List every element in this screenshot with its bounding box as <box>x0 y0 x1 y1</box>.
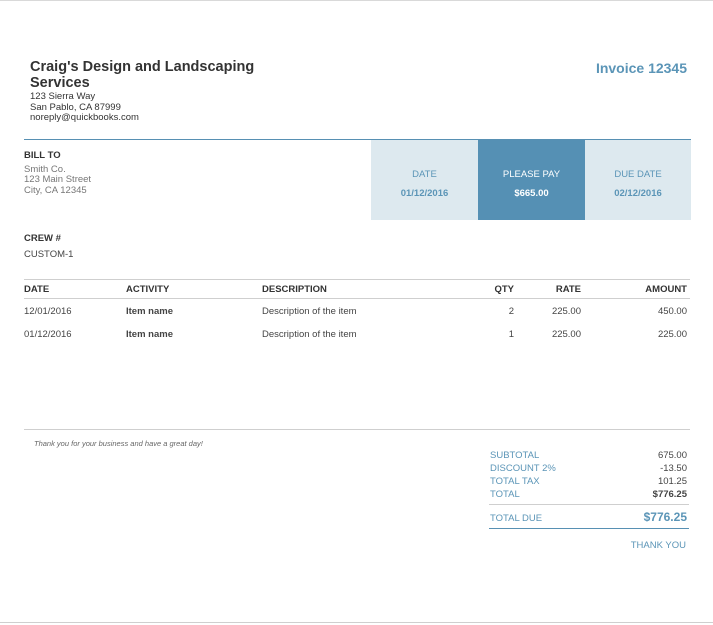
row-1-activity: Item name <box>126 306 173 317</box>
row-2-description: Description of the item <box>262 329 357 340</box>
row-2-rate: 225.00 <box>551 329 581 340</box>
invoice-title: Invoice 12345 <box>595 60 687 76</box>
footer-divider <box>24 429 690 430</box>
footer-note: Thank you for your business and have a g… <box>34 439 203 448</box>
crew-value: CUSTOM-1 <box>24 249 74 260</box>
total-tax-value: 101.25 <box>657 476 687 487</box>
column-header-activity: ACTIVITY <box>126 284 170 295</box>
row-1-date: 12/01/2016 <box>24 306 72 317</box>
total-tax-label: TOTAL TAX <box>490 476 540 487</box>
column-header-rate: RATE <box>555 284 581 295</box>
company-address-block: 123 Sierra Way San Pablo, CA 87999 norep… <box>30 91 139 124</box>
please-pay-box: PLEASE PAY $665.00 <box>478 140 585 220</box>
invoice-date-box: DATE 01/12/2016 <box>371 140 478 220</box>
due-date-label: DUE DATE <box>614 169 662 180</box>
page-top-divider <box>0 0 713 1</box>
row-1-description: Description of the item <box>262 306 357 317</box>
bill-to-heading: BILL TO <box>24 150 61 161</box>
row-2-qty: 1 <box>508 329 514 340</box>
subtotal-value: 675.00 <box>657 450 687 461</box>
row-1-rate: 225.00 <box>551 306 581 317</box>
total-due-divider <box>489 528 689 529</box>
please-pay-label: PLEASE PAY <box>502 169 561 180</box>
column-header-qty: QTY <box>494 284 514 295</box>
row-2-amount: 225.00 <box>657 329 687 340</box>
thank-you-text: THANK YOU <box>630 540 686 551</box>
table-top-divider <box>24 279 690 280</box>
subtotal-label: SUBTOTAL <box>490 450 540 461</box>
total-due-label: TOTAL DUE <box>490 513 543 524</box>
row-2-activity: Item name <box>126 329 173 340</box>
discount-value: -13.50 <box>660 463 687 474</box>
bill-to-street: 123 Main Street <box>24 174 92 185</box>
total-due-value: $776.25 <box>643 510 687 524</box>
discount-label: DISCOUNT 2% <box>490 463 556 474</box>
column-header-amount: AMOUNT <box>645 284 687 295</box>
totals-divider <box>489 504 689 505</box>
bill-to-block: BILL TO Smith Co. 123 Main Street City, … <box>24 150 92 196</box>
row-1-qty: 2 <box>508 306 514 317</box>
total-label: TOTAL <box>490 489 520 500</box>
bill-to-city: City, CA 12345 <box>24 184 87 196</box>
row-2-date: 01/12/2016 <box>24 329 72 340</box>
invoice-date-value: 01/12/2016 <box>400 188 449 199</box>
column-header-date: DATE <box>24 284 50 295</box>
total-value: $776.25 <box>652 489 687 500</box>
due-date-value: 02/12/2016 <box>614 188 662 199</box>
please-pay-value: $665.00 <box>514 188 549 199</box>
invoice-date-label: DATE <box>412 169 437 180</box>
row-1-amount: 450.00 <box>657 306 687 317</box>
company-email: noreply@quickbooks.com <box>30 112 139 124</box>
company-name: Craig's Design and Landscaping Services <box>30 59 255 91</box>
due-date-box: DUE DATE 02/12/2016 <box>585 140 691 220</box>
page-bottom-divider <box>0 622 713 623</box>
table-header-divider <box>24 298 690 299</box>
company-address-line1: 123 Sierra Way <box>30 91 96 102</box>
crew-label: CREW # <box>24 233 61 244</box>
column-header-description: DESCRIPTION <box>262 284 327 295</box>
